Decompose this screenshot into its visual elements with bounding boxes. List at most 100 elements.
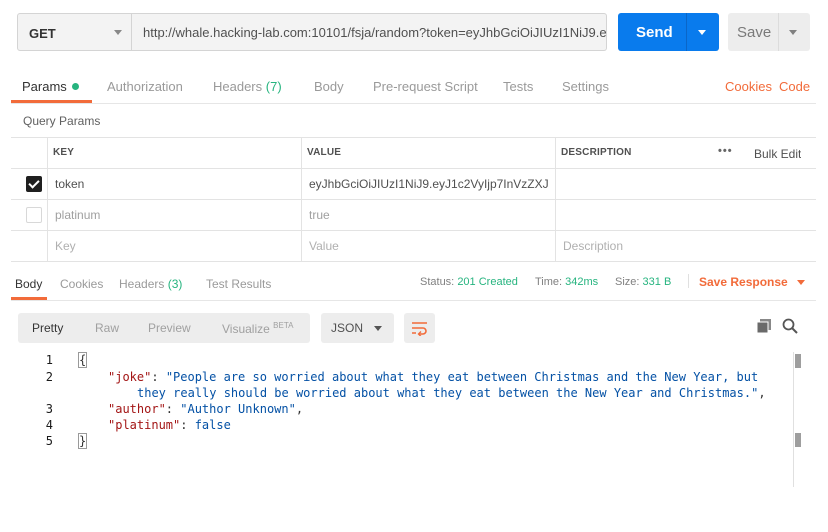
response-tab-cookies[interactable]: Cookies — [60, 277, 103, 291]
search-icon[interactable] — [782, 318, 800, 336]
code-scroll-track — [793, 352, 794, 487]
time-label: Time: — [535, 276, 563, 288]
table-divider — [11, 230, 816, 231]
tab-headers-count: (7) — [265, 79, 282, 94]
param-key[interactable]: token — [55, 177, 295, 191]
tab-settings[interactable]: Settings — [562, 79, 609, 94]
bulk-edit-link[interactable]: Bulk Edit — [754, 147, 801, 161]
table-divider — [11, 199, 816, 200]
url-text: http://whale.hacking-lab.com:10101/fsja/… — [143, 25, 607, 40]
table-divider — [11, 261, 816, 262]
time-value: 342ms — [565, 276, 599, 288]
status-label: Status: — [420, 276, 455, 288]
status-value: 201 Created — [457, 276, 518, 288]
code-line: "author": "Author Unknown", — [108, 402, 304, 416]
column-divider — [555, 137, 556, 261]
code-line: they really should be worried about what… — [137, 386, 766, 400]
response-tab-headers-label: Headers — [119, 277, 165, 291]
code-line: { — [77, 352, 88, 368]
line-number: 4 — [45, 418, 53, 432]
status-divider — [688, 274, 689, 288]
json-boolean: false — [194, 418, 231, 432]
scrollbar-thumb-bottom[interactable] — [795, 433, 801, 447]
save-button[interactable]: Save — [728, 13, 810, 51]
copy-icon[interactable] — [756, 318, 774, 336]
param-value[interactable]: true — [309, 208, 330, 222]
header-value: VALUE — [307, 147, 342, 158]
format-toggle-group: Pretty Raw Preview Visualize BETA — [18, 313, 310, 343]
response-tab-headers[interactable]: Headers (3) — [119, 277, 182, 291]
params-table: KEY VALUE DESCRIPTION ••• Bulk Edit toke… — [11, 137, 816, 262]
send-button[interactable]: Send — [618, 13, 719, 51]
tab-tests[interactable]: Tests — [503, 79, 533, 94]
param-key[interactable]: platinum — [55, 208, 100, 222]
scrollbar-thumb-top[interactable] — [795, 354, 801, 368]
params-active-dot — [71, 83, 79, 90]
row-checkbox[interactable] — [26, 207, 42, 223]
code-line: "platinum": false — [108, 418, 231, 432]
json-key: "author" — [108, 402, 166, 416]
save-divider — [778, 13, 779, 51]
json-string: "People are so worried about what they e… — [165, 370, 759, 384]
new-description-input[interactable]: Description — [563, 239, 623, 253]
line-number: 1 — [45, 353, 53, 367]
tab-prerequest-script[interactable]: Pre-request Script — [373, 79, 478, 94]
wrap-lines-icon — [412, 322, 427, 336]
query-params-title: Query Params — [23, 114, 101, 128]
tab-params-label: Params — [22, 79, 67, 94]
wrap-lines-button[interactable] — [404, 313, 435, 343]
column-divider — [301, 137, 302, 261]
response-tab-test-results[interactable]: Test Results — [206, 277, 271, 291]
code-line: "joke": "People are so worried about wha… — [108, 370, 759, 384]
size-readout: Size: 331 B — [615, 276, 671, 288]
language-select[interactable]: JSON — [321, 313, 394, 343]
json-key: "joke" — [108, 370, 152, 384]
size-label: Size: — [615, 276, 640, 288]
row-checkbox[interactable] — [26, 176, 42, 192]
tab-params[interactable]: Params — [22, 79, 79, 94]
tab-headers[interactable]: Headers (7) — [213, 79, 282, 94]
tab-authorization[interactable]: Authorization — [107, 79, 183, 94]
tabs-divider — [11, 103, 816, 104]
save-label: Save — [737, 24, 772, 41]
chevron-down-icon[interactable] — [698, 30, 706, 35]
beta-badge: BETA — [273, 321, 294, 330]
time-readout: Time: 342ms — [535, 276, 598, 288]
url-input[interactable]: http://whale.hacking-lab.com:10101/fsja/… — [132, 13, 607, 51]
tab-headers-label: Headers — [213, 79, 263, 94]
save-response-button[interactable]: Save Response — [699, 275, 806, 289]
cookies-link[interactable]: Cookies — [725, 79, 772, 94]
param-value[interactable]: eyJhbGciOiJIUzI1NiJ9.eyJ1c2VyIjp7InVzZXJ… — [309, 177, 549, 191]
new-value-input[interactable]: Value — [309, 239, 339, 253]
chevron-down-icon — [374, 326, 382, 331]
method-select[interactable]: GET — [17, 13, 132, 51]
line-number: 3 — [45, 402, 53, 416]
table-divider — [11, 168, 816, 169]
format-preview[interactable]: Preview — [148, 321, 191, 335]
chevron-down-icon[interactable] — [789, 30, 797, 35]
new-key-input[interactable]: Key — [55, 239, 76, 253]
table-divider — [11, 137, 816, 138]
save-response-label: Save Response — [699, 275, 788, 289]
json-string: "Author Unknown" — [180, 402, 296, 416]
send-label: Send — [636, 24, 673, 41]
column-divider — [47, 137, 48, 261]
line-number: 5 — [45, 434, 53, 448]
more-options-icon[interactable]: ••• — [718, 145, 733, 157]
format-raw[interactable]: Raw — [95, 321, 119, 335]
method-label: GET — [29, 26, 56, 41]
response-body-viewer[interactable]: 1 2 3 4 5 { "joke": "People are so worri… — [18, 352, 808, 487]
size-value: 331 B — [642, 276, 672, 288]
language-label: JSON — [331, 321, 364, 335]
response-tab-body[interactable]: Body — [15, 277, 42, 291]
format-visualize[interactable]: Visualize BETA — [222, 321, 293, 336]
tab-body[interactable]: Body — [314, 79, 344, 94]
header-description: DESCRIPTION — [561, 147, 632, 158]
chevron-down-icon — [797, 280, 806, 285]
response-tab-headers-count: (3) — [167, 277, 183, 291]
response-tabs-divider — [11, 300, 816, 301]
code-link[interactable]: Code — [779, 79, 810, 94]
header-key: KEY — [53, 147, 75, 158]
json-key: "platinum" — [108, 418, 181, 432]
format-pretty[interactable]: Pretty — [32, 321, 63, 335]
